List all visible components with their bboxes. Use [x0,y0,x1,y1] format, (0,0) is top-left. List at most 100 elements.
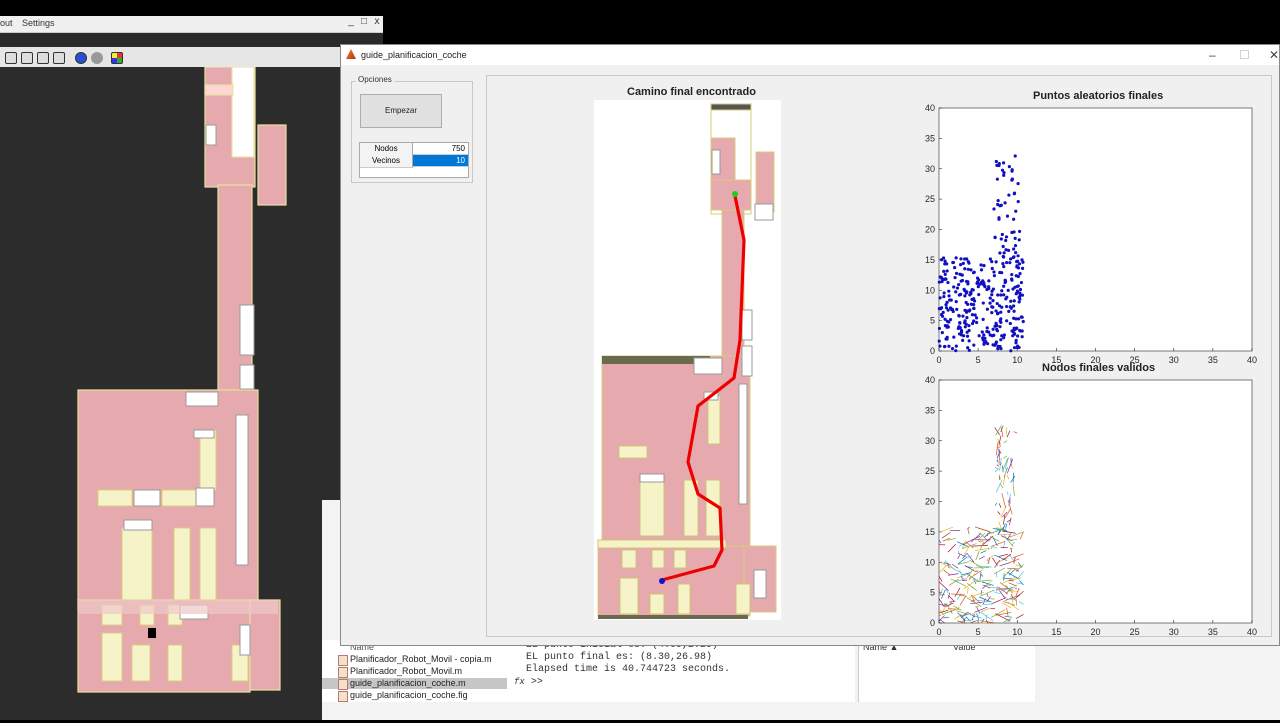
close-button[interactable]: ✕ [1269,48,1279,62]
stop-icon[interactable] [91,52,103,64]
scatter-point [1012,247,1015,250]
scatter-point [997,218,1000,221]
scatter-point [1017,266,1020,269]
restore-icon[interactable]: □ [358,16,370,27]
scatter-point [1010,277,1013,280]
scatter-point [989,333,992,336]
file-item[interactable]: Planificador_Robot_Movil.m [322,666,507,677]
plot-panel: Camino final encontrado Puntos aleatorio… [486,75,1272,637]
view-icon[interactable] [21,52,33,64]
scatter-point [1021,261,1024,264]
scatter-point [999,338,1002,341]
y-tick-label: 5 [930,316,935,326]
param-value[interactable]: 750 [413,143,468,155]
file-item[interactable]: Planificador_Robot_Movil - copia.m [322,654,507,665]
command-window[interactable]: EL punto inicial es: (4.09,2.29) EL punt… [510,640,855,702]
menu-item-about[interactable]: out [0,18,13,28]
scatter-point [1002,255,1005,258]
view-icon[interactable] [37,52,49,64]
play-icon[interactable] [75,52,87,64]
command-prompt[interactable]: fx >> [510,676,855,689]
x-tick-label: 5 [976,627,981,636]
scatter-point [995,160,998,163]
scatter-point [996,293,999,296]
gui-titlebar[interactable]: guide_planificacion_coche – ☐ ✕ [341,45,1279,65]
y-tick-label: 20 [925,497,935,507]
param-value[interactable]: 10 [413,155,468,167]
path-plot-title: Camino final encontrado [627,86,756,98]
valid-nodes-plot[interactable]: 05101520253035400510152025303540 [862,376,1262,636]
scatter-point [998,251,1001,254]
scatter-point [998,162,1001,165]
minimize-button[interactable]: – [1209,48,1216,62]
scatter-point [979,263,982,266]
scatter-point [956,286,959,289]
current-folder-panel[interactable]: Name Planificador_Robot_Movil - copia.m … [322,640,510,702]
scatter-point [1016,346,1019,349]
scatter-point [1011,330,1014,333]
table-row[interactable]: Nodos 750 [360,143,468,155]
scatter-point [1002,293,1005,296]
x-tick-label: 30 [1169,627,1179,636]
scatter-point [1021,335,1024,338]
x-tick-label: 30 [1169,355,1179,364]
scatter-point [978,334,981,337]
scatter-point [982,333,985,336]
y-tick-label: 40 [925,376,935,385]
path-plot[interactable] [594,100,781,620]
scatter-point [982,318,985,321]
maximize-button[interactable]: ☐ [1239,48,1250,62]
scatter-point [972,344,975,347]
gui-title: guide_planificacion_coche [361,50,467,60]
scatter-point [992,288,995,291]
options-panel: Opciones Empezar Nodos 750 Vecinos 10 [351,81,473,183]
scatter-point [1001,169,1004,172]
scatter-point [993,344,996,347]
scatter-point [938,307,941,310]
scatter-point [972,307,975,310]
workspace-panel[interactable]: Name ▲ Value [858,640,1035,702]
file-item[interactable]: guide_planificacion_coche.fig [322,690,507,701]
scatter-point [943,345,946,348]
sim-scene-view[interactable] [0,67,345,720]
close-icon[interactable]: x [371,16,383,27]
view-icon[interactable] [5,52,17,64]
scatter-point [947,294,950,297]
menu-item-settings[interactable]: Settings [22,18,55,28]
scatter-point [939,296,942,299]
view-icon[interactable] [53,52,65,64]
file-item[interactable]: guide_planificacion_coche.m [322,678,507,689]
scatter-point [965,301,968,304]
scatter-point [1019,294,1022,297]
scatter-point [982,282,985,285]
minimize-icon[interactable]: _ [345,16,357,27]
x-tick-label: 15 [1051,627,1061,636]
scatter-point [986,342,989,345]
scatter-point [965,257,968,260]
scatter-point [965,311,968,314]
scatter-point [947,345,950,348]
scatter-point [997,199,1000,202]
params-table[interactable]: Nodos 750 Vecinos 10 [359,142,469,178]
y-tick-label: 10 [925,285,935,295]
scatter-point [1007,249,1010,252]
table-row[interactable]: Vecinos 10 [360,155,468,167]
y-tick-label: 35 [925,405,935,415]
scatter-point [970,303,973,306]
scatter-point [999,347,1002,350]
scatter-point [955,256,958,259]
scatter-point [951,261,954,264]
scatter-point [1007,289,1010,292]
scatter-point [1003,333,1006,336]
scatter-point [966,335,969,338]
scatter-point [966,280,969,283]
scatter-point [1011,287,1014,290]
start-button[interactable]: Empezar [360,94,442,128]
scatter-point [950,299,953,302]
scatter-point [1014,251,1017,254]
background-toolbar [0,47,383,68]
scatter-point [1000,289,1003,292]
random-points-plot[interactable]: 05101520253035400510152025303540 [862,104,1262,364]
scatter-point [1005,305,1008,308]
color-icon[interactable] [111,52,123,64]
